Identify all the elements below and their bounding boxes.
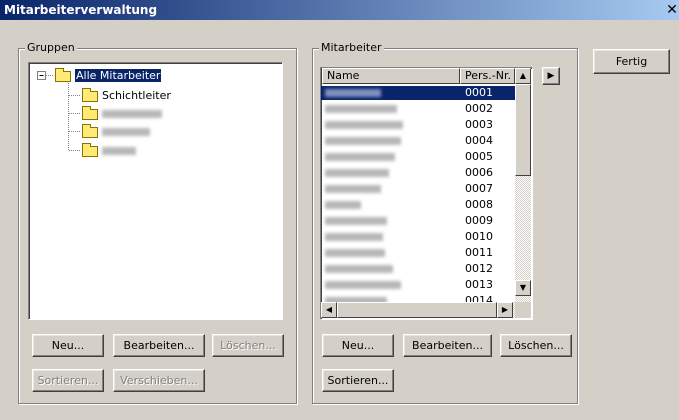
- horizontal-scrollbar[interactable]: ◀ ▶: [321, 302, 515, 318]
- blurred-name: [325, 153, 395, 161]
- employee-name: [325, 134, 401, 148]
- column-header-nr[interactable]: Pers.-Nr.: [460, 68, 515, 84]
- table-row[interactable]: 0003: [321, 118, 515, 132]
- title-bar: Mitarbeiterverwaltung ✕: [0, 0, 679, 20]
- employee-name: [325, 150, 395, 164]
- blurred-name: [325, 201, 361, 209]
- blurred-label: [102, 128, 150, 136]
- employees-delete-button[interactable]: Löschen...: [500, 334, 572, 357]
- scroll-up-arrow-icon[interactable]: ▲: [515, 68, 531, 84]
- employee-number: 0012: [465, 262, 493, 275]
- employee-number: 0003: [465, 118, 493, 131]
- vertical-scrollbar[interactable]: ▲ ▼: [515, 68, 531, 302]
- folder-icon: [82, 142, 98, 157]
- blurred-name: [325, 265, 393, 273]
- tree-item-schichtleiter[interactable]: Schichtleiter: [82, 87, 171, 104]
- blurred-name: [325, 217, 387, 225]
- blurred-label: [102, 147, 136, 155]
- scroll-left-arrow-icon[interactable]: ◀: [321, 302, 337, 318]
- table-row[interactable]: 0013: [321, 278, 515, 292]
- scroll-down-arrow-icon[interactable]: ▼: [515, 280, 531, 296]
- employees-list[interactable]: Name Pers.-Nr. 0001 0002 0003 0004 0005 0006 0…: [320, 67, 533, 320]
- tree-item-group-4[interactable]: [82, 142, 136, 159]
- employee-number: 0002: [465, 102, 493, 115]
- employee-name: [325, 278, 401, 292]
- table-row[interactable]: 0001: [321, 86, 515, 100]
- employee-number: 0007: [465, 182, 493, 195]
- blurred-label: [102, 110, 162, 118]
- blurred-name: [325, 89, 381, 97]
- table-row[interactable]: 0012: [321, 262, 515, 276]
- folder-icon: [82, 105, 98, 120]
- horizontal-scroll-thumb[interactable]: [337, 302, 497, 318]
- column-header-name[interactable]: Name: [322, 68, 460, 84]
- tree-item-label: Schichtleiter: [102, 89, 171, 102]
- folder-open-icon: [55, 67, 71, 82]
- table-row[interactable]: 0008: [321, 198, 515, 212]
- groups-new-button[interactable]: Neu...: [32, 334, 104, 357]
- groups-edit-button[interactable]: Bearbeiten...: [113, 334, 205, 357]
- employee-number: 0006: [465, 166, 493, 179]
- employee-name: [325, 262, 393, 276]
- employees-new-button[interactable]: Neu...: [322, 334, 394, 357]
- scroll-thumb[interactable]: [515, 84, 531, 176]
- scroll-corner: [515, 302, 531, 318]
- folder-icon: [82, 123, 98, 138]
- groups-tree[interactable]: Alle Mitarbeiter Schichtleiter: [28, 62, 283, 320]
- groups-delete-button[interactable]: Löschen...: [212, 334, 284, 357]
- employees-sort-button[interactable]: Sortieren...: [322, 369, 394, 392]
- table-row[interactable]: 0011: [321, 246, 515, 260]
- employees-edit-button[interactable]: Bearbeiten...: [403, 334, 492, 357]
- close-icon[interactable]: ✕: [665, 2, 679, 18]
- blurred-name: [325, 169, 389, 177]
- table-row[interactable]: 0009: [321, 214, 515, 228]
- blurred-name: [325, 185, 381, 193]
- employee-name: [325, 246, 385, 260]
- blurred-name: [325, 281, 401, 289]
- tree-item-group-2[interactable]: [82, 105, 162, 122]
- employee-number: 0009: [465, 214, 493, 227]
- employee-number: 0001: [465, 86, 493, 99]
- done-button[interactable]: Fertig: [593, 49, 670, 74]
- tree-item-root[interactable]: Alle Mitarbeiter: [55, 67, 162, 84]
- employees-legend: Mitarbeiter: [319, 41, 384, 54]
- employee-name: [325, 230, 383, 244]
- folder-icon: [82, 87, 98, 102]
- employee-name: [325, 214, 387, 228]
- employee-number: 0013: [465, 278, 493, 291]
- employee-name: [325, 182, 381, 196]
- employee-number: 0008: [465, 198, 493, 211]
- table-row[interactable]: 0006: [321, 166, 515, 180]
- employee-number: 0011: [465, 246, 493, 259]
- blurred-name: [325, 249, 385, 257]
- table-row[interactable]: 0007: [321, 182, 515, 196]
- tree-item-group-3[interactable]: [82, 123, 150, 140]
- column-chooser-arrow-icon[interactable]: ▶: [542, 67, 560, 85]
- employee-number: 0010: [465, 230, 493, 243]
- scroll-right-arrow-icon[interactable]: ▶: [497, 302, 513, 318]
- employee-name: [325, 86, 381, 100]
- employee-name: [325, 118, 403, 132]
- blurred-name: [325, 233, 383, 241]
- groups-move-button[interactable]: Verschieben...: [113, 369, 205, 392]
- blurred-name: [325, 105, 397, 113]
- groups-sort-button[interactable]: Sortieren...: [32, 369, 104, 392]
- employee-number: 0004: [465, 134, 493, 147]
- employee-number: 0005: [465, 150, 493, 163]
- window-title: Mitarbeiterverwaltung: [4, 3, 158, 17]
- table-row[interactable]: 0004: [321, 134, 515, 148]
- blurred-name: [325, 137, 401, 145]
- employee-name: [325, 198, 361, 212]
- table-row[interactable]: 0005: [321, 150, 515, 164]
- employee-name: [325, 102, 397, 116]
- employee-name: [325, 166, 389, 180]
- table-row[interactable]: 0010: [321, 230, 515, 244]
- table-row[interactable]: 0002: [321, 102, 515, 116]
- blurred-name: [325, 121, 403, 129]
- tree-root-label: Alle Mitarbeiter: [75, 69, 162, 82]
- groups-legend: Gruppen: [25, 41, 77, 54]
